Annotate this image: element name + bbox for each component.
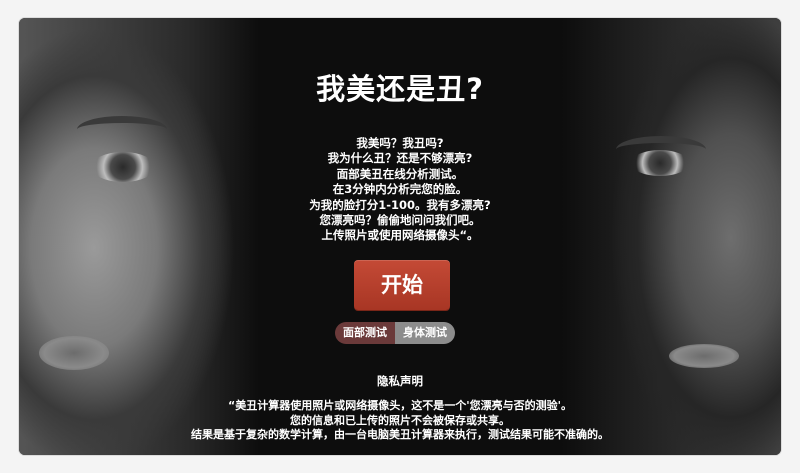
- test-type-toggle: 面部测试 身体测试: [335, 322, 455, 344]
- main-content: 我美还是丑? 我美吗？我丑吗? 我为什么丑？还是不够漂亮? 面部美丑在线分析测试…: [19, 18, 781, 455]
- intro-line: 上传照片或使用网络摄像头“。: [321, 228, 479, 243]
- intro-line: 我为什么丑？还是不够漂亮?: [327, 151, 473, 166]
- start-button[interactable]: 开始: [354, 260, 450, 310]
- intro-text: 我美吗？我丑吗? 我为什么丑？还是不够漂亮? 面部美丑在线分析测试。 在3分钟内…: [19, 136, 781, 244]
- intro-line: 在3分钟内分析完您的脸。: [332, 182, 468, 197]
- intro-line: 为我的脸打分1-100。我有多漂亮?: [309, 197, 491, 212]
- privacy-line: “美丑计算器使用照片或网络摄像头，这不是一个'您漂亮与否的测验'。: [228, 399, 572, 412]
- tab-face-test[interactable]: 面部测试: [335, 322, 395, 344]
- page-title: 我美还是丑?: [316, 72, 484, 106]
- privacy-line: 结果是基于复杂的数学计算，由一台电脑美丑计算器来执行，测试结果可能不准确的。: [191, 428, 609, 442]
- privacy-line: 您的信息和已上传的照片不会被保存或共享。: [290, 413, 510, 427]
- tab-body-test[interactable]: 身体测试: [395, 322, 455, 344]
- intro-line: 您漂亮吗？偷偷地问问我们吧。: [319, 213, 481, 228]
- intro-line: 我美吗？我丑吗?: [356, 136, 444, 150]
- privacy-text: “美丑计算器使用照片或网络摄像头，这不是一个'您漂亮与否的测验'。 您的信息和已…: [19, 399, 781, 443]
- intro-line: 面部美丑在线分析测试。: [336, 166, 464, 181]
- app-window: 我美还是丑? 我美吗？我丑吗? 我为什么丑？还是不够漂亮? 面部美丑在线分析测试…: [19, 18, 781, 455]
- privacy-heading: 隐私声明: [377, 374, 423, 388]
